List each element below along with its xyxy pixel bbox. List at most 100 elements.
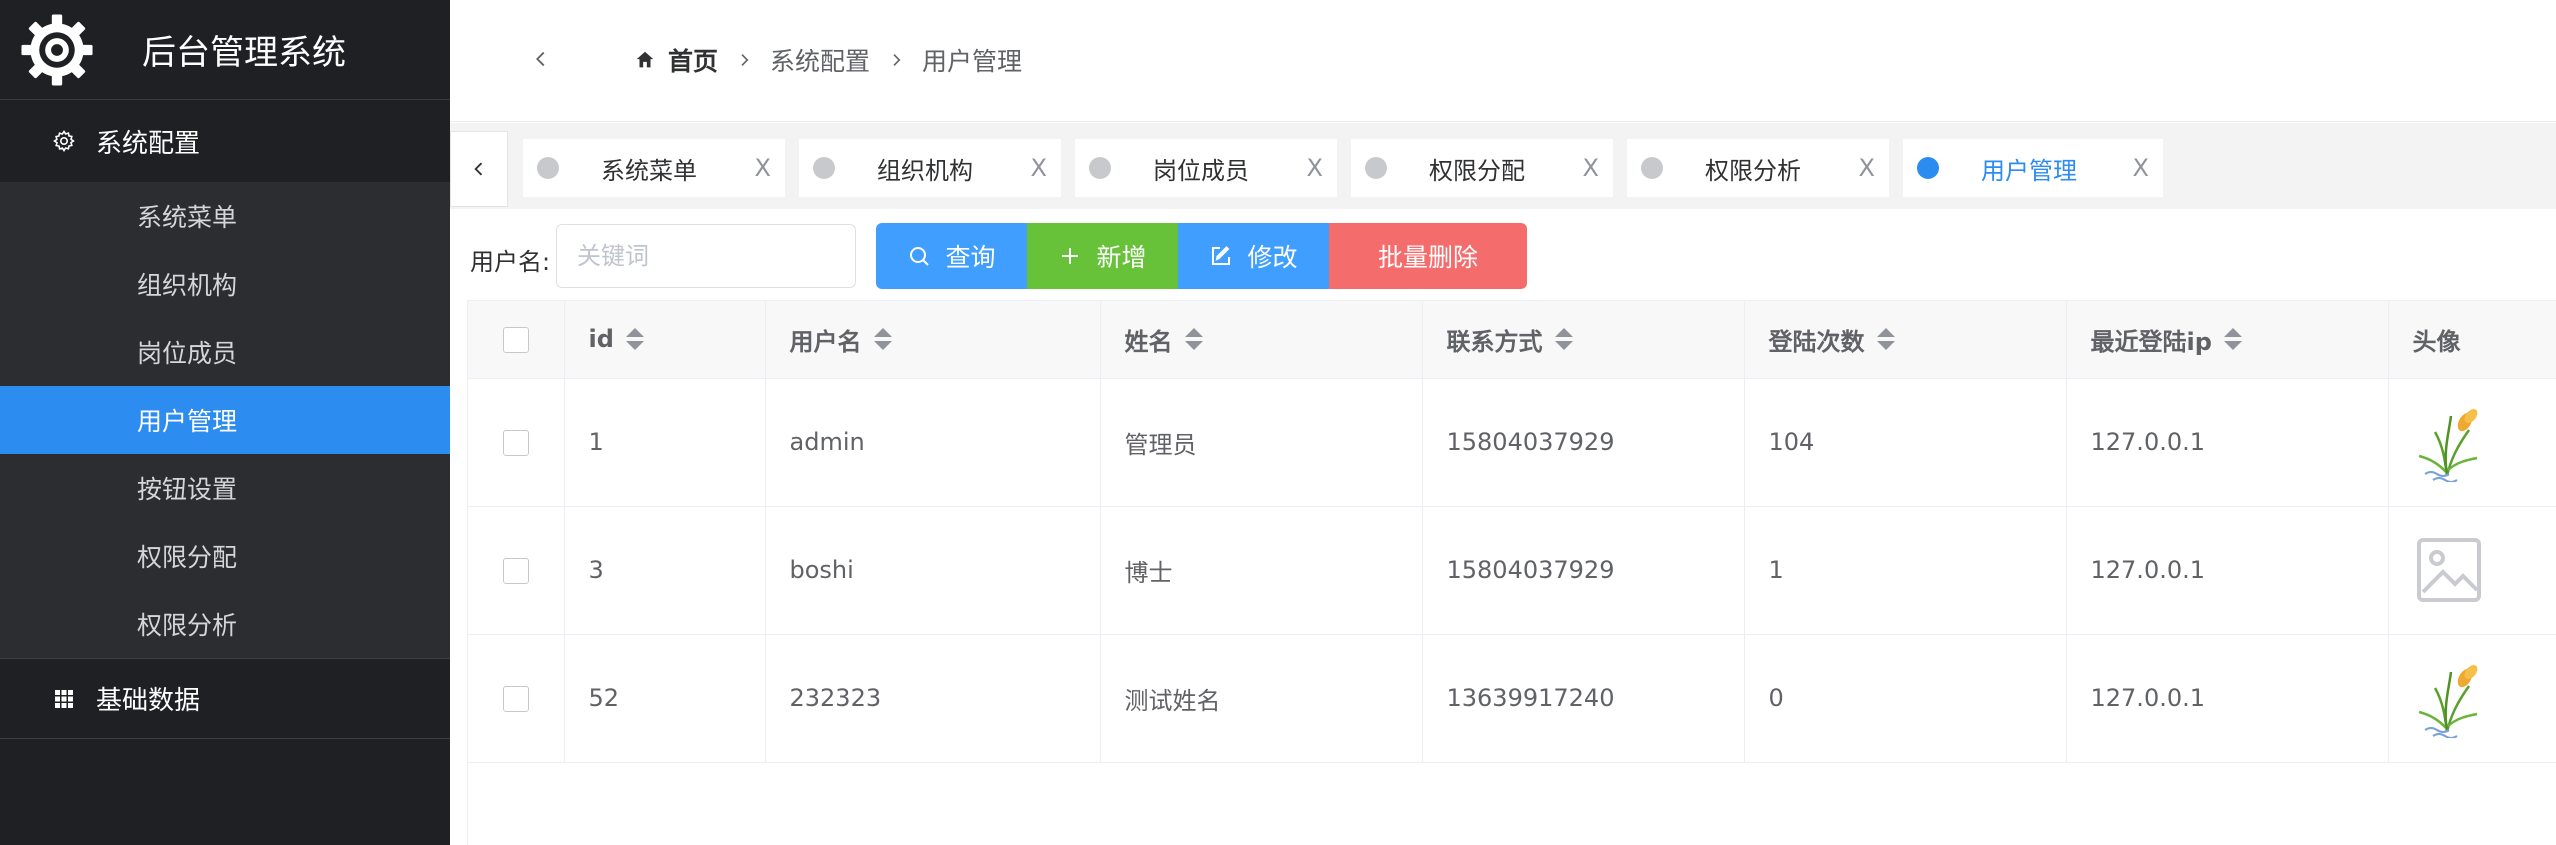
tab-close-button[interactable]: X [755, 154, 771, 182]
cell-login-count: 0 [1744, 634, 2067, 763]
tab-positions[interactable]: 岗位成员 X [1075, 139, 1337, 197]
tab-system-menu[interactable]: 系统菜单 X [523, 139, 785, 197]
row-select [468, 378, 565, 507]
grid-icon [55, 689, 73, 708]
cell-username: boshi [765, 506, 1101, 635]
tab-close-button[interactable]: X [1031, 154, 1047, 182]
add-button-label: 新增 [1096, 243, 1147, 272]
table-row[interactable]: 52 232323 测试姓名 13639917240 0 127.0.0.1 [468, 634, 2556, 763]
search-icon [910, 247, 930, 266]
row-select [468, 506, 565, 635]
batch-delete-button[interactable]: 批量删除 [1329, 223, 1527, 289]
header-name: 姓名 [1100, 301, 1423, 379]
cell-id: 1 [564, 378, 766, 507]
sort-icon[interactable] [1876, 328, 1895, 351]
tab-dot [537, 157, 559, 179]
sort-icon[interactable] [2223, 328, 2242, 351]
header-label: 联系方式 [1446, 327, 1543, 356]
tab-close-button[interactable]: X [1859, 154, 1875, 182]
row-checkbox[interactable] [502, 686, 529, 712]
sort-icon[interactable] [1554, 328, 1573, 351]
sidebar-item-button-settings[interactable]: 按钮设置 [0, 454, 450, 522]
tab-label: 权限分配 [1429, 156, 1525, 185]
tab-label: 系统菜单 [601, 156, 697, 185]
sidebar-item-organization[interactable]: 组织机构 [0, 250, 450, 318]
sidebar-item-user-management[interactable]: 用户管理 [0, 386, 450, 454]
tab-permission-assign[interactable]: 权限分配 X [1351, 139, 1613, 197]
breadcrumb: 首页 系统配置 用户管理 [634, 42, 1022, 78]
cell-avatar [2388, 506, 2556, 635]
add-button[interactable]: 新增 [1027, 223, 1178, 289]
breadcrumb-level2: 用户管理 [922, 47, 1023, 76]
sidebar-item-permission-assign[interactable]: 权限分配 [0, 522, 450, 590]
sidebar-item-permission-analysis[interactable]: 权限分析 [0, 590, 450, 658]
query-button-label: 查询 [945, 243, 996, 272]
breadcrumb-home-label: 首页 [668, 47, 719, 76]
cell-phone: 15804037929 [1422, 506, 1745, 635]
cell-username: admin [765, 378, 1101, 507]
query-button[interactable]: 查询 [876, 223, 1027, 289]
sort-icon[interactable] [625, 328, 644, 351]
cell-name: 管理员 [1100, 378, 1423, 507]
header-label: 姓名 [1124, 327, 1173, 356]
tab-dot [1917, 157, 1939, 179]
breadcrumb-home[interactable]: 首页 [634, 42, 718, 78]
keyword-search-input[interactable] [556, 224, 856, 288]
header-username: 用户名 [765, 301, 1101, 379]
row-checkbox[interactable] [502, 430, 529, 456]
cell-last-ip: 127.0.0.1 [2066, 634, 2389, 763]
header-label: 用户名 [789, 327, 862, 356]
row-select [468, 634, 565, 763]
menu-group-label: 基础数据 [96, 686, 201, 716]
menu-group-basic-data[interactable]: 基础数据 [0, 659, 450, 739]
edit-button[interactable]: 修改 [1178, 223, 1329, 289]
toolbar: 用户名: 查询 新增 修改 批量删除 [450, 222, 2556, 289]
chevron-left-icon [474, 162, 483, 176]
header-phone: 联系方式 [1422, 301, 1745, 379]
tabs-bar: 系统菜单 X 组织机构 X 岗位成员 X 权限分配 X 权限分析 X 用户管理 … [450, 123, 2556, 209]
tab-close-button[interactable]: X [1583, 154, 1599, 182]
cell-avatar [2388, 634, 2556, 763]
breadcrumb-level1[interactable]: 系统配置 [770, 42, 870, 78]
header-id: id [564, 301, 766, 379]
sidebar-item-positions[interactable]: 岗位成员 [0, 318, 450, 386]
sort-icon[interactable] [873, 328, 892, 351]
table-row[interactable]: 3 boshi 博士 15804037929 1 127.0.0.1 [468, 506, 2556, 635]
gear-logo-icon [21, 13, 93, 86]
cell-username: 232323 [765, 634, 1101, 763]
sidebar-item-system-menu[interactable]: 系统菜单 [0, 182, 450, 250]
chevron-left-icon [536, 51, 545, 67]
collapse-button[interactable] [526, 44, 556, 74]
edit-button-label: 修改 [1247, 243, 1298, 272]
tab-dot [1641, 157, 1663, 179]
header-select-all [468, 301, 565, 379]
flower-avatar-icon [2418, 665, 2477, 738]
cell-avatar [2388, 378, 2556, 507]
select-all-checkbox[interactable] [502, 327, 529, 354]
cell-last-ip: 127.0.0.1 [2066, 378, 2389, 507]
cell-phone: 15804037929 [1422, 378, 1745, 507]
header-avatar: 头像 [2388, 301, 2556, 379]
edit-icon [1212, 246, 1231, 265]
image-placeholder-icon [2416, 538, 2481, 602]
menu-group-system-config[interactable]: 系统配置 [0, 100, 450, 182]
header: 首页 系统配置 用户管理 [450, 0, 2556, 122]
tab-permission-analysis[interactable]: 权限分析 X [1627, 139, 1889, 197]
cell-name: 测试姓名 [1100, 634, 1423, 763]
header-label: 登陆次数 [1768, 327, 1865, 356]
tabs-scroll-left-button[interactable] [450, 131, 508, 207]
tab-close-button[interactable]: X [2133, 154, 2149, 182]
brand: 后台管理系统 [0, 0, 450, 100]
table-row[interactable]: 1 admin 管理员 15804037929 104 127.0.0.1 [468, 378, 2556, 507]
cell-login-count: 104 [1744, 378, 2067, 507]
cell-name: 博士 [1100, 506, 1423, 635]
tab-user-management[interactable]: 用户管理 X [1903, 139, 2163, 197]
menu-group-label: 系统配置 [96, 128, 201, 159]
tab-close-button[interactable]: X [1307, 154, 1323, 182]
flower-avatar-icon [2418, 409, 2477, 482]
chevron-right-icon [736, 52, 752, 68]
sort-icon[interactable] [1184, 328, 1203, 351]
row-checkbox[interactable] [502, 558, 529, 584]
cell-last-ip: 127.0.0.1 [2066, 506, 2389, 635]
tab-organization[interactable]: 组织机构 X [799, 139, 1061, 197]
